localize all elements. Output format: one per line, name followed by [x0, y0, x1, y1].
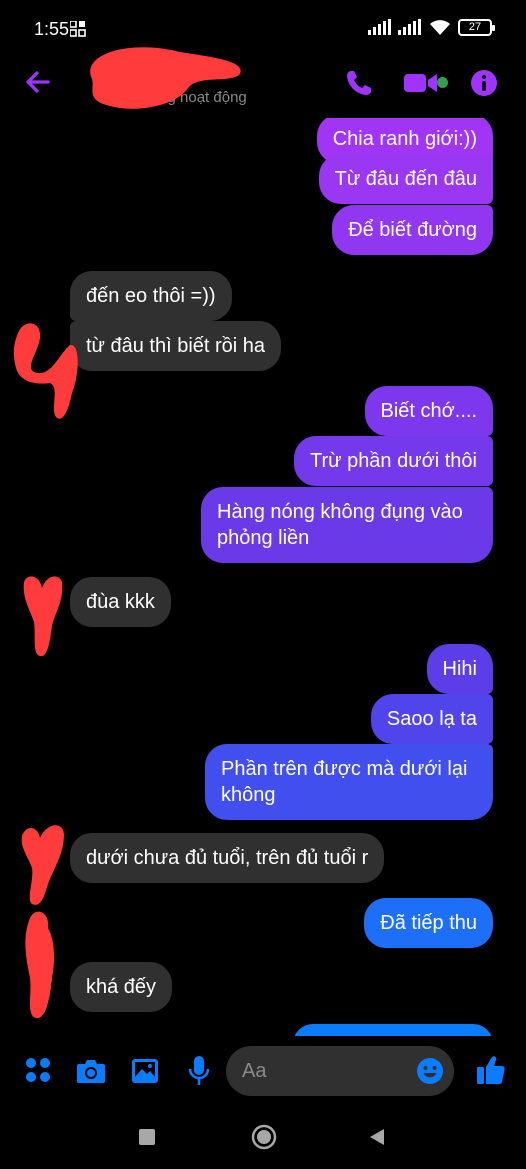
- message-bubble-received[interactable]: khá đếy: [70, 962, 173, 1012]
- phone-icon[interactable]: [344, 68, 374, 98]
- message-bubble-received[interactable]: đùa kkk: [70, 577, 171, 627]
- message-bubble-sent[interactable]: Biết chớ....: [364, 386, 493, 436]
- redacted-avatar: [23, 576, 63, 657]
- message-bubble-received[interactable]: đến eo thôi =)): [70, 271, 232, 321]
- chat-header: Đang hoạt động: [0, 47, 526, 118]
- gallery-icon[interactable]: [131, 1058, 159, 1084]
- battery-icon: 27: [458, 18, 495, 36]
- composer-bar: Aa: [0, 1036, 526, 1108]
- back-arrow-icon[interactable]: [22, 66, 54, 98]
- redacted-avatar: [21, 825, 64, 905]
- apps-icon[interactable]: [24, 1056, 52, 1084]
- recents-icon[interactable]: [139, 1129, 155, 1145]
- message-bubble-sent[interactable]: Hàng nóng không đụng vào phỏng liền: [201, 487, 493, 563]
- message-bubble-sent[interactable]: Để biết đường: [332, 205, 493, 255]
- online-indicator: [437, 77, 448, 88]
- notification-grid-icon: [70, 21, 86, 37]
- home-icon[interactable]: [251, 1124, 277, 1150]
- info-icon[interactable]: [470, 69, 498, 97]
- signal-icon: [368, 19, 391, 35]
- message-bubble-received[interactable]: dưới chưa đủ tuổi, trên đủ tuổi r: [70, 833, 385, 883]
- video-camera-icon: [404, 74, 437, 92]
- system-navigation-bar: [0, 1108, 526, 1169]
- message-bubble-sent[interactable]: Saoo lạ ta: [370, 694, 493, 744]
- wifi-icon: [430, 20, 450, 35]
- message-bubble-sent[interactable]: Trừ phần dưới thôi: [293, 436, 493, 486]
- message-bubble-sent[interactable]: Phần trên được mà dưới lại không: [205, 744, 493, 820]
- video-call-button[interactable]: [404, 68, 448, 98]
- camera-icon[interactable]: [76, 1058, 106, 1084]
- redacted-contact-name[interactable]: [70, 44, 250, 114]
- message-bubble-sent[interactable]: Hihi: [426, 644, 493, 694]
- message-bubble-received[interactable]: từ đâu thì biết rồi ha: [70, 321, 282, 371]
- back-icon[interactable]: [368, 1128, 386, 1146]
- message-input-placeholder: Aa: [242, 1060, 267, 1082]
- message-input[interactable]: Aa: [226, 1046, 454, 1096]
- redacted-avatar: [25, 911, 55, 1019]
- emoji-icon[interactable]: [416, 1057, 444, 1085]
- message-bubble-sent[interactable]: Đã tiếp thu: [364, 898, 493, 948]
- status-time: 1:55: [34, 19, 70, 39]
- message-bubble-sent[interactable]: Từ đâu đến đâu: [318, 154, 493, 204]
- signal-icon-2: [398, 19, 421, 35]
- redacted-avatar: [13, 323, 78, 419]
- status-indicators: 27: [368, 18, 495, 36]
- microphone-icon[interactable]: [187, 1055, 211, 1087]
- battery-level: 27: [468, 21, 482, 33]
- message-bubble-sent-partial[interactable]: [293, 1024, 493, 1036]
- message-list[interactable]: Chia ranh giới:)) Từ đâu đến đâu Để biết…: [0, 118, 526, 1036]
- thumbs-up-icon[interactable]: [476, 1054, 506, 1086]
